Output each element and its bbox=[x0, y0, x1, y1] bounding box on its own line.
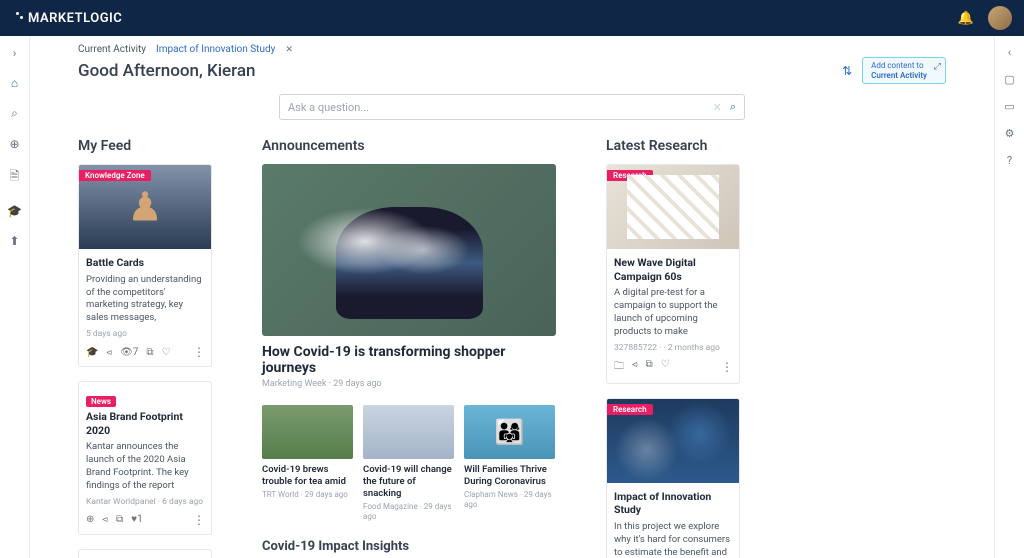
mini-card[interactable]: Covid-19 will change the future of snack… bbox=[363, 405, 454, 522]
heart-icon[interactable]: ♡ bbox=[661, 359, 670, 376]
home-icon[interactable]: ⌂ bbox=[11, 76, 18, 90]
views-count: 7 bbox=[133, 347, 139, 358]
bell-icon[interactable]: 🔔 bbox=[958, 11, 974, 26]
card-title: Battle Cards bbox=[86, 256, 204, 270]
feed-title: My Feed bbox=[78, 138, 212, 154]
chevron-left-icon[interactable]: ‹ bbox=[1008, 46, 1011, 59]
feed-column: My Feed Knowledge Zone Battle Cards Prov… bbox=[78, 138, 212, 558]
announcement-hero-meta: Marketing Week · 29 days ago bbox=[262, 379, 556, 389]
logo-icon bbox=[12, 12, 26, 24]
share-icon[interactable]: ⪦ bbox=[632, 359, 638, 376]
right-rail: ‹ ▢ ▭ ⚙ ? bbox=[994, 36, 1024, 558]
card-desc: Providing an understanding of the compet… bbox=[86, 274, 204, 325]
add-content-button[interactable]: Add content to Current Activity ⤢ bbox=[862, 57, 946, 84]
card-desc: In this project we explore why it's hard… bbox=[614, 521, 732, 558]
card-title: Asia Brand Footprint 2020 bbox=[86, 410, 204, 437]
research-title: Latest Research bbox=[606, 138, 740, 154]
breadcrumb-study[interactable]: Impact of Innovation Study bbox=[156, 44, 275, 55]
mini-meta: Food Magazine · 29 days ago bbox=[363, 502, 454, 523]
globe-icon[interactable]: ⊕ bbox=[86, 514, 94, 525]
tag-news: News bbox=[86, 396, 116, 407]
add-content-line2: Current Activity bbox=[871, 71, 927, 81]
card-title: Impact of Innovation Study bbox=[614, 490, 732, 517]
search-input-wrap: ✕ ⌕ bbox=[279, 94, 745, 120]
mini-card[interactable]: Covid-19 brews trouble for tea amid TRT … bbox=[262, 405, 353, 522]
left-rail: › ⌂ ⌕ ⊕ 🗎 🎓 ⬆ bbox=[0, 36, 30, 558]
views-icon[interactable]: 👁7 bbox=[120, 347, 138, 358]
card-image: Research bbox=[607, 399, 739, 483]
mini-title: Will Families Thrive During Coronavirus bbox=[464, 464, 555, 488]
tag-research: Research bbox=[607, 170, 653, 181]
announcements-column: Announcements How Covid-19 is transformi… bbox=[262, 138, 556, 558]
heart-icon[interactable]: ♡ bbox=[162, 347, 171, 358]
card-meta: 327885722 · · 2 months ago bbox=[614, 343, 732, 353]
open-icon[interactable]: ⧉ bbox=[646, 359, 653, 376]
open-icon[interactable]: ⧉ bbox=[146, 347, 153, 358]
mini-card[interactable]: Will Families Thrive During Coronavirus … bbox=[464, 405, 555, 522]
card-icon[interactable]: ▭ bbox=[1004, 100, 1014, 113]
expand-icon: ⤢ bbox=[934, 62, 941, 73]
heart-icon[interactable]: ♥1 bbox=[131, 514, 143, 525]
graduation-icon[interactable]: 🎓 bbox=[7, 204, 22, 218]
mini-image bbox=[363, 405, 454, 459]
research-card[interactable]: Research Impact of Innovation Study In t… bbox=[606, 398, 740, 558]
content: Current Activity Impact of Innovation St… bbox=[30, 36, 994, 558]
chevron-right-icon[interactable]: › bbox=[13, 46, 17, 60]
research-card[interactable]: Research New Wave Digital Campaign 60s A… bbox=[606, 164, 740, 384]
announcements-title: Announcements bbox=[262, 138, 556, 154]
mini-meta: Clapham News · 29 days ago bbox=[464, 490, 555, 511]
tag-knowledge-zone: Knowledge Zone bbox=[79, 170, 151, 181]
more-icon[interactable]: ⋮ bbox=[193, 345, 204, 359]
document-icon[interactable]: 🗎 bbox=[10, 167, 20, 188]
mini-image bbox=[262, 405, 353, 459]
mini-image bbox=[464, 405, 555, 459]
tune-icon[interactable]: ⇅ bbox=[842, 64, 852, 78]
announcement-hero-title[interactable]: How Covid-19 is transforming shopper jou… bbox=[262, 344, 556, 376]
topbar: MARKETLOGIC 🔔 bbox=[0, 0, 1024, 36]
card-title: New Wave Digital Campaign 60s bbox=[614, 256, 732, 283]
card-desc: Kantar announces the launch of the 2020 … bbox=[86, 441, 204, 492]
add-content-line1: Add content to bbox=[871, 61, 927, 71]
logo-text: MARKETLOGIC bbox=[28, 11, 122, 26]
card-image: Knowledge Zone bbox=[79, 165, 211, 249]
search-icon[interactable]: ⌕ bbox=[11, 106, 18, 121]
graduation-icon[interactable]: 🎓 bbox=[86, 347, 98, 358]
likes-count: 1 bbox=[137, 514, 143, 525]
breadcrumb: Current Activity Impact of Innovation St… bbox=[78, 44, 946, 55]
tag-research: Research bbox=[607, 404, 653, 415]
insights-section-title: Covid-19 Impact Insights bbox=[262, 539, 556, 554]
mini-meta: TRT World · 29 days ago bbox=[262, 490, 353, 500]
feed-card[interactable]: News 2020 Edition of Indonesia Urban Bra… bbox=[78, 549, 212, 558]
globe-icon[interactable]: ⊕ bbox=[9, 137, 19, 151]
breadcrumb-current[interactable]: Current Activity bbox=[78, 44, 146, 55]
search-input[interactable] bbox=[288, 101, 713, 114]
logo[interactable]: MARKETLOGIC bbox=[12, 11, 122, 26]
settings-icon[interactable]: ⚙ bbox=[1005, 127, 1015, 140]
help-icon[interactable]: ? bbox=[1007, 154, 1012, 167]
more-icon[interactable]: ⋮ bbox=[721, 360, 732, 374]
share-icon[interactable]: ⪦ bbox=[106, 347, 112, 358]
clear-search-icon[interactable]: ✕ bbox=[713, 101, 722, 114]
card-meta: 5 days ago bbox=[86, 329, 204, 339]
card-meta: Kantar Worldpanel · 6 days ago bbox=[86, 497, 204, 507]
card-image: Research bbox=[607, 165, 739, 249]
feed-card[interactable]: Knowledge Zone Battle Cards Providing an… bbox=[78, 164, 212, 367]
feed-card[interactable]: News Asia Brand Footprint 2020 Kantar an… bbox=[78, 381, 212, 535]
card-desc: A digital pre-test for a campaign to sup… bbox=[614, 287, 732, 338]
close-breadcrumb-icon[interactable]: ✕ bbox=[285, 45, 293, 55]
share-icon[interactable]: ⪦ bbox=[102, 514, 108, 525]
research-column: Latest Research Research New Wave Digita… bbox=[606, 138, 740, 558]
open-icon[interactable]: ⧉ bbox=[116, 514, 123, 525]
avatar[interactable] bbox=[988, 6, 1012, 30]
more-icon[interactable]: ⋮ bbox=[193, 513, 204, 527]
search-submit-icon[interactable]: ⌕ bbox=[730, 100, 736, 114]
page-title: Good Afternoon, Kieran bbox=[78, 61, 256, 81]
mini-title: Covid-19 brews trouble for tea amid bbox=[262, 464, 353, 488]
clipboard-icon[interactable]: ▢ bbox=[1004, 73, 1014, 86]
folder-icon[interactable]: 🗀 bbox=[614, 359, 624, 376]
upload-icon[interactable]: ⬆ bbox=[9, 234, 19, 248]
mini-title: Covid-19 will change the future of snack… bbox=[363, 464, 454, 500]
announcement-hero-image[interactable] bbox=[262, 164, 556, 336]
